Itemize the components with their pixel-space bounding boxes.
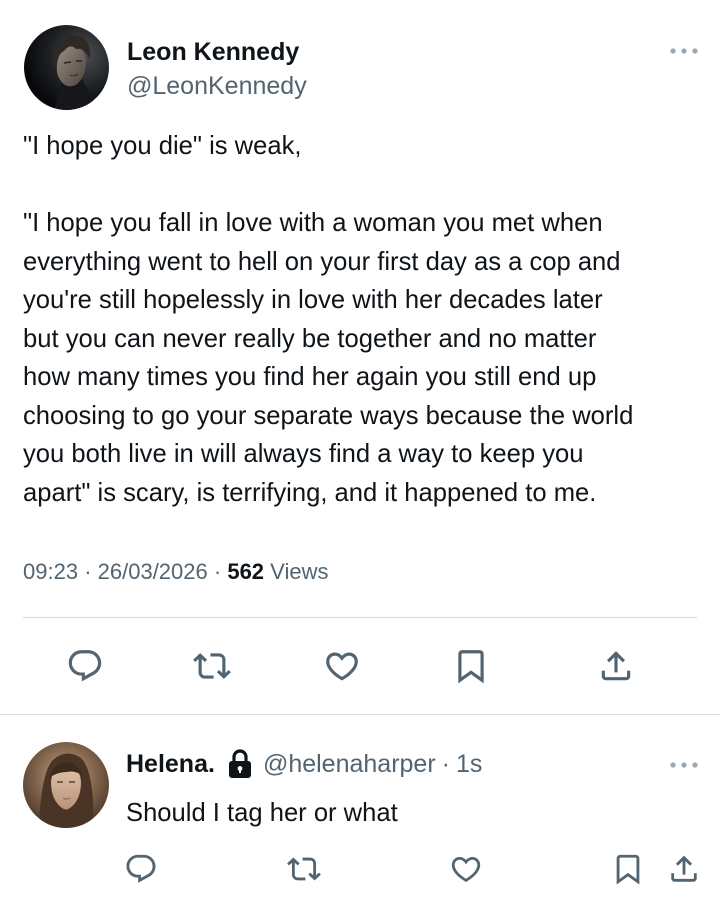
tweet-text-line: "I hope you die" is weak,	[23, 132, 302, 160]
tweet-text-line: you both live in will always find a way …	[23, 440, 584, 468]
retweet-icon	[193, 653, 231, 679]
share-icon	[671, 855, 697, 882]
reply-tweet[interactable]: Helena. @helenaharper · 1s Should I tag …	[0, 715, 720, 898]
author-avatar-image	[24, 25, 109, 110]
tweet-text: "I hope you die" is weak, "I hope you fa…	[23, 127, 713, 512]
tweet-text-line: you're still hopelessly in love with her…	[23, 286, 603, 314]
author-avatar[interactable]	[24, 25, 109, 110]
reply-like-button[interactable]	[444, 847, 488, 891]
like-icon	[451, 856, 481, 882]
reply-share-button[interactable]	[662, 847, 706, 891]
bookmark-button[interactable]	[449, 644, 493, 688]
reply-more-options-button[interactable]	[664, 750, 704, 780]
reply-icon	[126, 854, 156, 883]
reply-author-avatar[interactable]	[23, 742, 109, 828]
tweet-text-line: "I hope you fall in love with a woman yo…	[23, 209, 603, 237]
tweet-text-line: how many times you find her again you st…	[23, 363, 597, 391]
retweet-icon	[287, 857, 321, 881]
more-horizontal-icon	[670, 762, 698, 768]
reply-author-avatar-image	[23, 742, 109, 828]
tweet-text-blank-line	[23, 166, 713, 205]
reply-icon	[68, 650, 102, 682]
bookmark-icon	[458, 650, 484, 684]
protected-account-indicator	[227, 749, 253, 779]
bookmark-icon	[616, 854, 640, 885]
like-button[interactable]	[320, 644, 364, 688]
share-button[interactable]	[594, 644, 638, 688]
reply-separator: ·	[441, 750, 450, 778]
tweet-date[interactable]: 26/03/2026	[98, 559, 208, 584]
tweet-meta: 09:23 · 26/03/2026 · 562 Views	[23, 557, 328, 587]
lock-icon	[228, 749, 251, 778]
meta-separator: ·	[84, 559, 92, 584]
tweet-time[interactable]: 09:23	[23, 559, 78, 584]
author-handle[interactable]: @LeonKennedy	[127, 70, 307, 102]
reply-button[interactable]	[63, 644, 107, 688]
tweet-text-line: but you can never really be together and…	[23, 324, 597, 353]
reply-header: Helena. @helenaharper · 1s	[126, 748, 482, 780]
views-count[interactable]: 562	[227, 559, 264, 584]
author-name[interactable]: Leon Kennedy	[127, 36, 299, 68]
reply-bookmark-button[interactable]	[606, 847, 650, 891]
views-label[interactable]: Views	[270, 559, 328, 584]
like-icon	[326, 652, 358, 681]
reply-reply-button[interactable]	[119, 847, 163, 891]
more-horizontal-icon	[670, 48, 698, 54]
tweet-text-line: choosing to go your separate ways becaus…	[23, 401, 634, 430]
retweet-button[interactable]	[190, 644, 234, 688]
reply-text: Should I tag her or what	[126, 799, 398, 827]
reply-author-handle[interactable]: @helenaharper	[263, 748, 436, 780]
reply-author-name[interactable]: Helena.	[126, 748, 215, 780]
main-tweet: Leon Kennedy @LeonKennedy "I hope you di…	[0, 0, 720, 715]
meta-separator: ·	[213, 559, 222, 584]
share-icon	[601, 651, 631, 681]
divider	[23, 617, 697, 618]
tweet-text-line: apart" is scary, is terrifying, and it h…	[23, 478, 597, 507]
reply-timestamp[interactable]: 1s	[456, 748, 482, 780]
tweet-text-line: everything went to hell on your first da…	[23, 247, 621, 276]
more-options-button[interactable]	[664, 36, 704, 66]
reply-retweet-button[interactable]	[282, 847, 326, 891]
